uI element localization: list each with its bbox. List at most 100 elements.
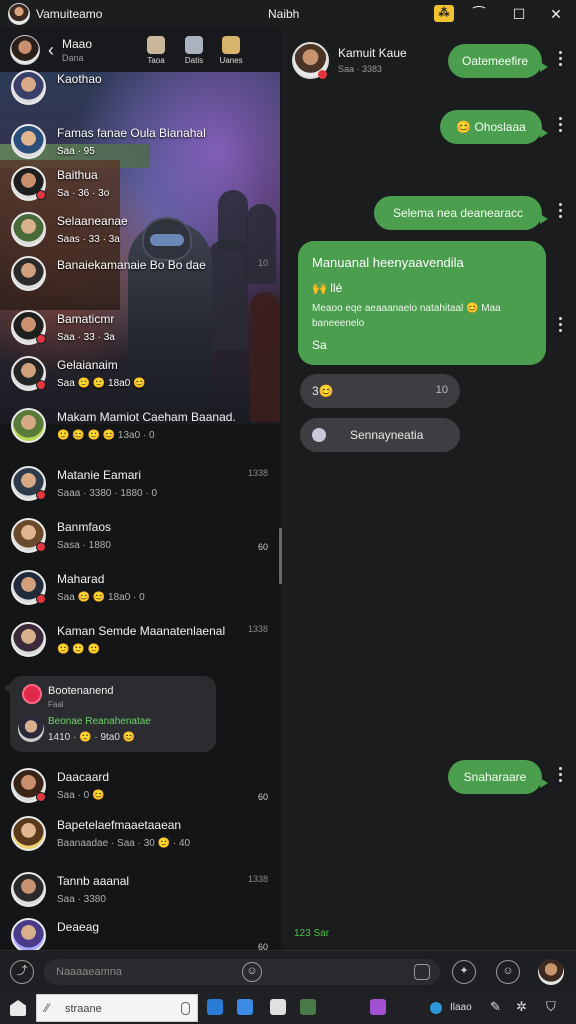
chat-preview: Saa 😊 😊 18a0 · 0: [57, 592, 145, 603]
chat-name: Selaaneanae: [57, 214, 128, 228]
sticker-button[interactable]: [414, 964, 430, 980]
window-title: Naibh: [268, 7, 300, 21]
chat-preview: Sa · 36 · 3o: [57, 188, 110, 199]
contact-avatar[interactable]: [292, 42, 329, 79]
chat-list-item[interactable]: Banaiekamanaie Bo Bo dae 10: [0, 248, 280, 300]
message-bubble-outgoing[interactable]: 😊 Ohoslaaa: [440, 110, 548, 144]
settings-icon[interactable]: ✲: [516, 999, 527, 1015]
premium-badge-icon[interactable]: ⁂: [434, 5, 454, 22]
toolbar-button-1[interactable]: Taoa: [143, 36, 169, 65]
message-menu-icon[interactable]: [554, 200, 566, 221]
message-bubble-outgoing[interactable]: Selema nea deanearacc: [374, 196, 548, 230]
chat-list-item[interactable]: Kaman Semde Maanatenlaenal 🙂 🙂 🙂 1338: [0, 614, 280, 666]
document-icon: [185, 36, 203, 54]
status-dot: [36, 190, 46, 200]
chat-name: Bapetelaefmaaetaaean: [57, 818, 182, 832]
chat-list-item[interactable]: Tannb aaanal Saa · 3380 1338: [0, 864, 280, 916]
message-bubble-outgoing[interactable]: Snaharaare: [448, 760, 548, 794]
app-avatar: [8, 3, 30, 25]
chat-count: 60: [257, 542, 268, 552]
emoji-button[interactable]: ☺: [496, 960, 520, 984]
chat-name: Matanie Eamari: [57, 468, 142, 482]
chat-list-item[interactable]: Deaeag 60: [0, 910, 280, 950]
contact-name[interactable]: Kamuit Kaue: [338, 46, 407, 60]
taskbar-app-icon[interactable]: [207, 999, 223, 1015]
chat-list-item[interactable]: Bamaticmr Saa · 33 · 3a: [0, 302, 280, 354]
status-dot: [36, 334, 46, 344]
chat-list-item[interactable]: Bapetelaefmaaetaaean Baanaadae · Saa · 3…: [0, 808, 280, 860]
toolbar-button-3[interactable]: Uanes: [218, 36, 244, 65]
title-bar: Vamuiteamo Naibh ⁂ ⁀ ☐ ✕: [0, 0, 576, 28]
chat-name: Deaeag: [57, 920, 100, 934]
emoji-inline-button[interactable]: ☺: [242, 962, 262, 982]
chat-time: 1338: [247, 624, 268, 634]
person-icon: [147, 36, 165, 54]
status-dot: [36, 594, 46, 604]
chat-list-item[interactable]: Banmfaos Sasa · 1880 60: [0, 510, 280, 562]
avatar: [11, 256, 46, 291]
avatar: [11, 124, 46, 159]
close-button[interactable]: ✕: [543, 3, 569, 25]
back-button[interactable]: ‹: [48, 40, 54, 61]
shield-icon[interactable]: ⛉: [546, 999, 556, 1015]
message-menu-icon[interactable]: [554, 114, 566, 135]
notification-icon: [22, 684, 42, 704]
tray-network-icon[interactable]: [430, 1002, 442, 1014]
chat-name: Tannb aaanal: [57, 874, 130, 888]
chat-name: Kaman Semde Maanatenlaenal: [57, 624, 226, 638]
chat-list-item[interactable]: Daacaard Saa · 0 😊 60: [0, 760, 280, 812]
message-menu-icon[interactable]: [554, 314, 566, 335]
chat-list-item[interactable]: Kaothao: [0, 62, 280, 114]
message-text: 3😊: [312, 384, 334, 398]
maximize-button[interactable]: ☐: [506, 3, 532, 25]
chat-list-item[interactable]: Matanie Eamari Saaa · 3380 · 1880 · 0 13…: [0, 458, 280, 510]
send-as-avatar[interactable]: [538, 959, 564, 985]
contacts-icon: [222, 36, 240, 54]
chat-list-item[interactable]: Gelaianaim Saa 🙂 🙂 18a0 😊: [0, 348, 280, 400]
messaging-app: Vamuiteamo Naibh ⁂ ⁀ ☐ ✕ ‹ Maao Dana Tao…: [0, 0, 576, 1024]
chat-list-item[interactable]: Makam Mamiot Caeham Baanad. 🙂 😊 🙂 😊 13a0…: [0, 400, 280, 452]
toolbar-button-2[interactable]: Datis: [181, 36, 207, 65]
contact-status: Saa · 3383: [338, 64, 383, 74]
avatar: [11, 816, 46, 851]
status-dot: [36, 490, 46, 500]
message-menu-icon[interactable]: [554, 764, 566, 785]
gif-button[interactable]: ✦: [452, 960, 476, 984]
message-text: Manuanal heenyaavendila: [312, 255, 464, 270]
message-bubble-long[interactable]: Manuanal heenyaavendila 🙌 llé Meaoo eqe …: [298, 241, 546, 365]
taskbar-app-icon[interactable]: [270, 999, 286, 1015]
chat-preview: Saa · 3380: [57, 894, 106, 905]
chat-time: 1338: [247, 874, 268, 884]
message-text: Sennayneatia: [350, 428, 424, 442]
profile-avatar[interactable]: [10, 35, 40, 65]
chat-name: Banaiekamanaie Bo Bo dae: [57, 258, 206, 272]
popup-title: Bootenanend: [48, 685, 114, 697]
chat-list-item[interactable]: Baithua Sa · 36 · 3o: [0, 158, 280, 210]
status-dot: [36, 542, 46, 552]
chat-list-item[interactable]: Maharad Saa 😊 😊 18a0 · 0: [0, 562, 280, 614]
taskbar-app-icon[interactable]: [370, 999, 386, 1015]
taskbar-search[interactable]: ⁄⁄ straane: [36, 994, 198, 1022]
chat-name: Famas fanae Oula Bianahal: [57, 126, 206, 140]
start-menu-icon[interactable]: [10, 1000, 26, 1016]
message-text: Sa: [312, 338, 327, 352]
microphone-icon[interactable]: [181, 1002, 190, 1015]
chat-list-panel: ‹ Maao Dana Taoa Datis Uanes Kaothao Fam…: [0, 28, 280, 950]
taskbar-app-icon[interactable]: [300, 999, 316, 1015]
taskbar-app-icon[interactable]: [237, 999, 253, 1015]
message-bubble-outgoing[interactable]: Oatemeefire: [448, 44, 548, 78]
message-menu-icon[interactable]: [554, 48, 566, 69]
chat-list-scrollbar[interactable]: [279, 528, 282, 584]
chat-preview: Saa · 0 😊: [57, 790, 105, 801]
os-taskbar: ⁄⁄ straane Ilaao ✎ ✲ ⛉: [0, 992, 576, 1024]
chat-time: 1338: [247, 468, 268, 478]
message-bubble-incoming[interactable]: 3😊 10: [300, 374, 460, 408]
pen-icon[interactable]: ✎: [490, 999, 501, 1015]
attach-button[interactable]: ⤴: [10, 960, 34, 984]
search-text: straane: [65, 1003, 102, 1015]
minimize-button[interactable]: ⁀: [466, 3, 492, 25]
notification-popup[interactable]: Bootenanend Faal Beonae Reanahenatae 141…: [4, 676, 216, 752]
chat-preview: 🙂 😊 🙂 😊 13a0 · 0: [57, 430, 155, 441]
tray-label: Ilaao: [450, 1002, 472, 1013]
message-bubble-incoming[interactable]: Sennayneatia: [300, 418, 460, 452]
